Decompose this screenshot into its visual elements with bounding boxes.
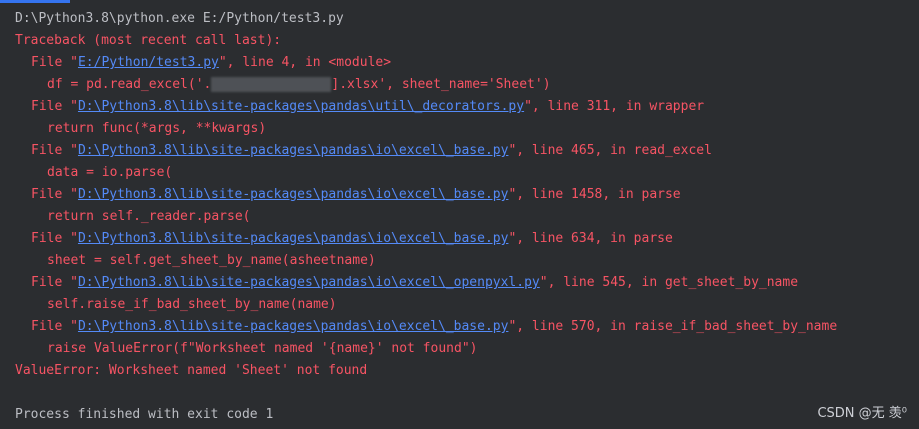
command-line: D:\Python3.8\python.exe E:/Python/test3.… (15, 11, 344, 26)
traceback-frame-file: File "D:\Python3.8\lib\site-packages\pan… (15, 184, 919, 206)
exit-message: Process finished with exit code 1 (15, 407, 274, 422)
file-location: ", line 634, in parse (508, 231, 673, 246)
file-location: ", line 311, in wrapper (524, 99, 705, 114)
traceback-header: Traceback (most recent call last): (15, 33, 282, 48)
code-text: ].xlsx', sheet_name='Sheet') (331, 77, 551, 92)
file-prefix: File " (31, 231, 78, 246)
code-text: df = pd.read_excel('. (47, 77, 212, 92)
file-prefix: File " (31, 143, 78, 158)
run-console-output[interactable]: D:\Python3.8\python.exe E:/Python/test3.… (15, 8, 919, 426)
file-prefix: File " (31, 99, 78, 114)
file-prefix: File " (31, 55, 78, 70)
file-path-link[interactable]: D:\Python3.8\lib\site-packages\pandas\io… (78, 319, 508, 334)
file-path-link[interactable]: D:\Python3.8\lib\site-packages\pandas\io… (78, 231, 508, 246)
traceback-frame-code: self.raise_if_bad_sheet_by_name(name) (47, 297, 337, 312)
file-location: ", line 465, in read_excel (508, 143, 712, 158)
traceback-frame-file: File "D:\Python3.8\lib\site-packages\pan… (15, 316, 919, 338)
file-path-link[interactable]: D:\Python3.8\lib\site-packages\pandas\io… (78, 143, 508, 158)
file-path-link[interactable]: E:/Python/test3.py (78, 55, 219, 70)
active-tab-indicator (0, 0, 70, 3)
traceback-frame-code: df = pd.read_excel('. ].xlsx', sheet_name… (15, 74, 919, 96)
error-message: ValueError: Worksheet named 'Sheet' not … (15, 363, 368, 378)
file-path-link[interactable]: D:\Python3.8\lib\site-packages\pandas\io… (78, 187, 508, 202)
csdn-watermark: CSDN @无 羡⁰ (817, 406, 907, 421)
traceback-frame-code: return self._reader.parse( (47, 209, 251, 224)
traceback-frame-code: return func(*args, **kwargs) (47, 121, 267, 136)
traceback-frame-file: File "D:\Python3.8\lib\site-packages\pan… (15, 228, 919, 250)
file-prefix: File " (31, 319, 78, 334)
file-prefix: File " (31, 187, 78, 202)
file-path-link[interactable]: D:\Python3.8\lib\site-packages\pandas\io… (78, 275, 540, 290)
file-path-link[interactable]: D:\Python3.8\lib\site-packages\pandas\ut… (78, 99, 524, 114)
file-location: ", line 4, in <module> (218, 55, 392, 70)
redacted-filename (211, 77, 332, 92)
file-location: ", line 545, in get_sheet_by_name (539, 275, 799, 290)
file-location: ", line 570, in raise_if_bad_sheet_by_na… (508, 319, 838, 334)
traceback-frame-file: File "D:\Python3.8\lib\site-packages\pan… (15, 140, 919, 162)
file-prefix: File " (31, 275, 78, 290)
traceback-frame-code: data = io.parse( (47, 165, 173, 180)
file-location: ", line 1458, in parse (508, 187, 681, 202)
traceback-frame-file: File "D:\Python3.8\lib\site-packages\pan… (15, 272, 919, 294)
traceback-frame-file: File "E:/Python/test3.py", line 4, in <m… (15, 52, 919, 74)
traceback-frame-code: sheet = self.get_sheet_by_name(asheetnam… (47, 253, 376, 268)
traceback-frame-file: File "D:\Python3.8\lib\site-packages\pan… (15, 96, 919, 118)
traceback-frame-code: raise ValueError(f"Worksheet named '{nam… (47, 341, 478, 356)
